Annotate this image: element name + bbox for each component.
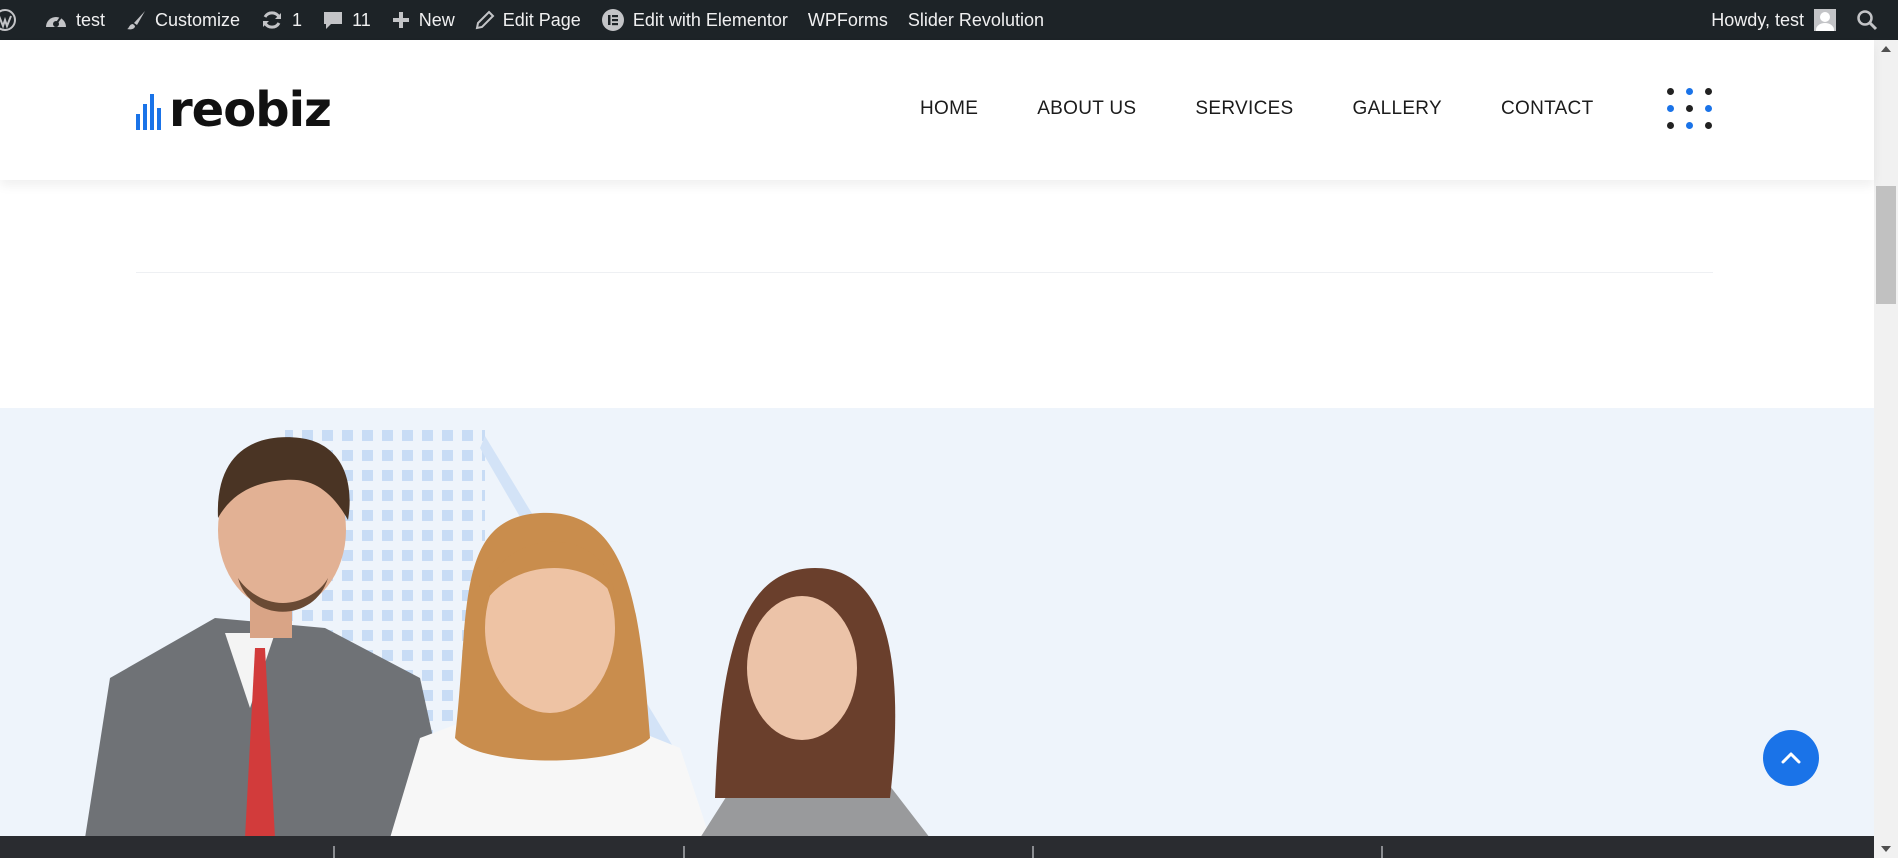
dashboard-icon [46, 16, 66, 27]
nav-contact[interactable]: CONTACT [1501, 98, 1594, 120]
customize-label: Customize [155, 9, 241, 30]
site-logo[interactable]: reobiz [136, 82, 332, 138]
back-to-top-button[interactable] [1763, 730, 1819, 786]
brush-icon [127, 11, 146, 30]
comment-icon [324, 12, 343, 29]
nav-home[interactable]: HOME [920, 98, 978, 120]
site-name-menu[interactable]: test [34, 0, 115, 40]
my-account-menu[interactable]: Howdy, test [1701, 0, 1846, 40]
main-nav: HOME ABOUT US SERVICES GALLERY CONTACT [920, 98, 1594, 120]
scroll-up-arrow[interactable] [1881, 46, 1891, 52]
slider-revolution-menu[interactable]: Slider Revolution [898, 0, 1054, 40]
wordpress-menu[interactable] [0, 0, 34, 40]
refresh-icon [263, 11, 282, 29]
plus-icon [392, 12, 409, 28]
wpforms-menu[interactable]: WPForms [798, 0, 898, 40]
site-header: reobiz HOME ABOUT US SERVICES GALLERY CO… [0, 40, 1874, 180]
customize-menu[interactable]: Customize [115, 0, 250, 40]
admin-search[interactable] [1846, 0, 1898, 40]
wordpress-icon [0, 9, 16, 31]
wpforms-label: WPForms [807, 9, 888, 30]
edit-elementor-menu[interactable]: Edit with Elementor [591, 0, 798, 40]
chevron-up-icon [1781, 752, 1801, 764]
nav-services[interactable]: SERVICES [1195, 98, 1293, 120]
comments-menu[interactable]: 11 [312, 0, 381, 40]
admin-bar: test Customize 1 11 New Edit Page Edit w… [0, 0, 1898, 40]
team-photo [85, 430, 930, 838]
site-name: test [76, 9, 106, 30]
dots-grid-icon[interactable] [1667, 88, 1715, 132]
pencil-icon [475, 10, 495, 30]
section-divider [136, 272, 1713, 273]
edit-page-label: Edit Page [502, 9, 581, 30]
howdy-label: Howdy, test [1711, 9, 1804, 30]
avatar [1814, 9, 1836, 31]
footer-strip [0, 836, 1874, 858]
updates-menu[interactable]: 1 [250, 0, 312, 40]
team-section [0, 408, 1874, 838]
new-label: New [418, 9, 455, 30]
updates-count: 1 [292, 9, 303, 30]
logo-bars-icon [136, 94, 161, 130]
nav-about-us[interactable]: ABOUT US [1037, 98, 1136, 120]
search-icon [1857, 10, 1878, 31]
new-content-menu[interactable]: New [381, 0, 465, 40]
edit-page-menu[interactable]: Edit Page [465, 0, 591, 40]
nav-gallery[interactable]: GALLERY [1353, 98, 1442, 120]
scrollbar-thumb[interactable] [1876, 186, 1896, 304]
logo-text: reobiz [169, 82, 332, 138]
elementor-icon [601, 9, 624, 31]
comments-count: 11 [352, 9, 371, 30]
scrollbar[interactable] [1874, 40, 1898, 858]
slider-revolution-label: Slider Revolution [907, 9, 1044, 30]
scroll-down-arrow[interactable] [1881, 846, 1891, 852]
edit-elementor-label: Edit with Elementor [632, 9, 788, 30]
